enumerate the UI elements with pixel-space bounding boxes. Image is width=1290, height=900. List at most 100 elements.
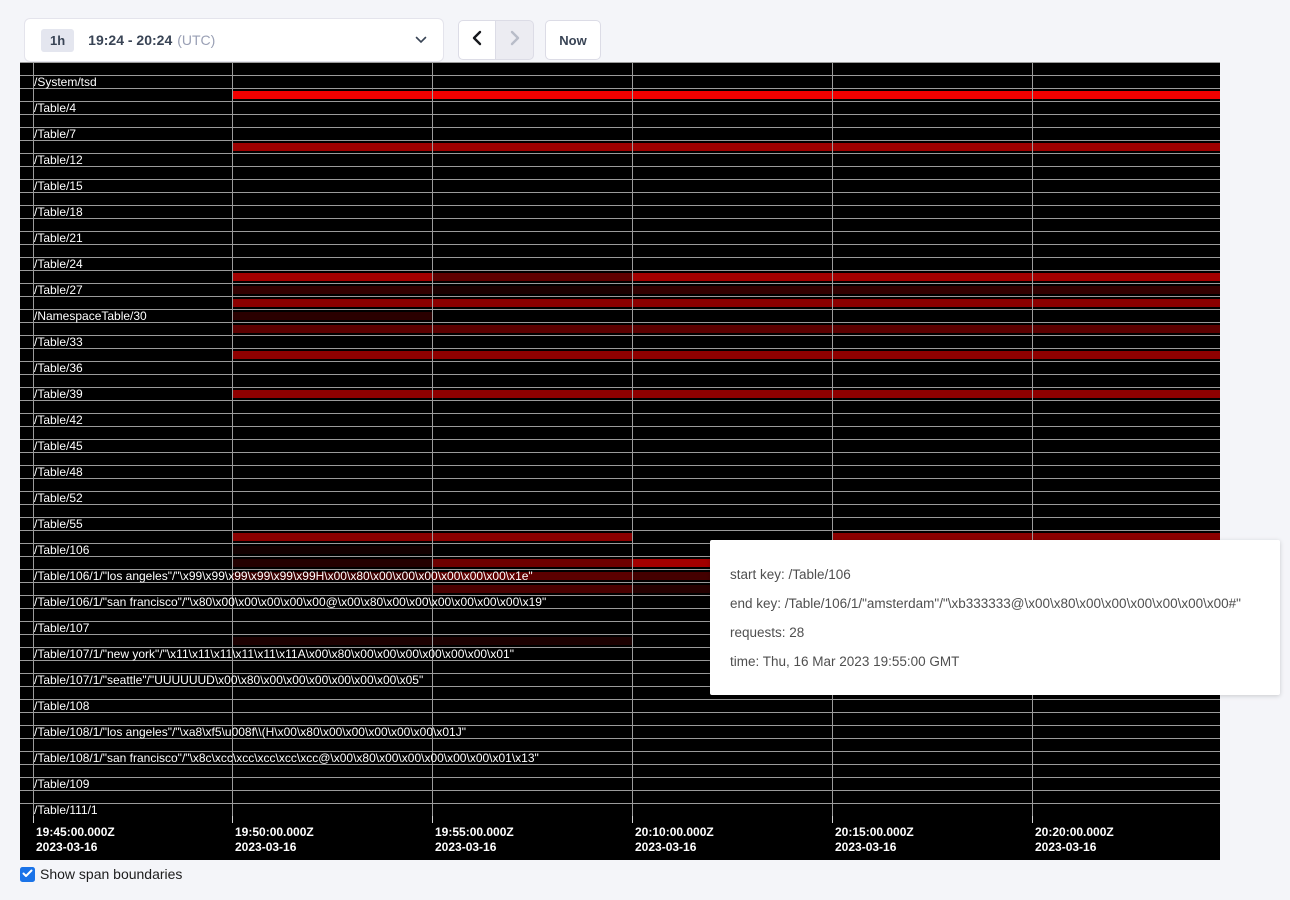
heatmap-cell[interactable] — [232, 767, 432, 775]
heatmap-cell[interactable] — [632, 351, 832, 359]
heatmap-cell[interactable] — [432, 585, 632, 593]
heatmap-cell[interactable] — [832, 273, 1032, 281]
heatmap-cell[interactable] — [20, 468, 232, 476]
heatmap-cell[interactable] — [432, 559, 632, 567]
heatmap-row[interactable] — [20, 153, 1220, 166]
next-time-button[interactable] — [496, 20, 534, 60]
heatmap-cell[interactable] — [232, 689, 432, 697]
heatmap-row[interactable] — [20, 244, 1220, 257]
heatmap-row[interactable] — [20, 218, 1220, 231]
heatmap-cell[interactable] — [432, 403, 632, 411]
heatmap-cell[interactable] — [20, 689, 232, 697]
heatmap-cell[interactable] — [20, 676, 232, 684]
heatmap-cell[interactable] — [432, 507, 632, 515]
heatmap-cell[interactable] — [232, 559, 432, 567]
heatmap-cell[interactable] — [232, 78, 432, 86]
heatmap-cell[interactable] — [1032, 455, 1220, 463]
heatmap-cell[interactable] — [432, 117, 632, 125]
heatmap-cell[interactable] — [432, 156, 632, 164]
heatmap-row[interactable] — [20, 699, 1220, 712]
heatmap-cell[interactable] — [432, 702, 632, 710]
heatmap-row[interactable] — [20, 413, 1220, 426]
heatmap-cell[interactable] — [832, 195, 1032, 203]
heatmap-cell[interactable] — [632, 806, 832, 814]
key-visualizer-canvas[interactable]: /System/tsd/Table/4/Table/7/Table/12/Tab… — [20, 62, 1220, 860]
heatmap-cell[interactable] — [632, 247, 832, 255]
heatmap-cell[interactable] — [1032, 338, 1220, 346]
heatmap-cell[interactable] — [432, 546, 632, 554]
heatmap-cell[interactable] — [232, 481, 432, 489]
heatmap-cell[interactable] — [832, 468, 1032, 476]
heatmap-row[interactable] — [20, 166, 1220, 179]
heatmap-cell[interactable] — [232, 351, 432, 359]
heatmap-cell[interactable] — [432, 351, 632, 359]
heatmap-cell[interactable] — [632, 754, 832, 762]
heatmap-row[interactable] — [20, 725, 1220, 738]
heatmap-cell[interactable] — [20, 533, 232, 541]
heatmap-cell[interactable] — [1032, 156, 1220, 164]
heatmap-cell[interactable] — [232, 143, 432, 151]
heatmap-cell[interactable] — [232, 494, 432, 502]
heatmap-cell[interactable] — [1032, 260, 1220, 268]
heatmap-cell[interactable] — [1032, 780, 1220, 788]
heatmap-cell[interactable] — [432, 520, 632, 528]
heatmap-cell[interactable] — [632, 91, 832, 99]
heatmap-cell[interactable] — [232, 273, 432, 281]
heatmap-cell[interactable] — [1032, 702, 1220, 710]
heatmap-cell[interactable] — [832, 455, 1032, 463]
heatmap-cell[interactable] — [1032, 143, 1220, 151]
heatmap-cell[interactable] — [832, 494, 1032, 502]
heatmap-cell[interactable] — [432, 663, 632, 671]
heatmap-row[interactable] — [20, 764, 1220, 777]
heatmap-cell[interactable] — [832, 741, 1032, 749]
heatmap-cell[interactable] — [632, 234, 832, 242]
heatmap-cell[interactable] — [432, 312, 632, 320]
heatmap-cell[interactable] — [20, 325, 232, 333]
heatmap-cell[interactable] — [232, 780, 432, 788]
heatmap-cell[interactable] — [832, 338, 1032, 346]
heatmap-cell[interactable] — [1032, 351, 1220, 359]
heatmap-row[interactable] — [20, 712, 1220, 725]
heatmap-cell[interactable] — [632, 260, 832, 268]
heatmap-cell[interactable] — [432, 793, 632, 801]
heatmap-cell[interactable] — [432, 364, 632, 372]
heatmap-cell[interactable] — [232, 156, 432, 164]
heatmap-row[interactable] — [20, 296, 1220, 309]
heatmap-cell[interactable] — [432, 689, 632, 697]
heatmap-cell[interactable] — [832, 260, 1032, 268]
heatmap-cell[interactable] — [832, 169, 1032, 177]
heatmap-cell[interactable] — [20, 234, 232, 242]
heatmap-cell[interactable] — [832, 416, 1032, 424]
heatmap-cell[interactable] — [832, 78, 1032, 86]
heatmap-cell[interactable] — [632, 130, 832, 138]
heatmap-row[interactable] — [20, 517, 1220, 530]
heatmap-row[interactable] — [20, 335, 1220, 348]
heatmap-cell[interactable] — [632, 273, 832, 281]
heatmap-cell[interactable] — [632, 117, 832, 125]
heatmap-cell[interactable] — [20, 351, 232, 359]
heatmap-cell[interactable] — [432, 676, 632, 684]
heatmap-cell[interactable] — [20, 507, 232, 515]
heatmap-row[interactable] — [20, 790, 1220, 803]
heatmap-cell[interactable] — [1032, 234, 1220, 242]
heatmap-cell[interactable] — [432, 598, 632, 606]
heatmap-row[interactable] — [20, 101, 1220, 114]
heatmap-cell[interactable] — [20, 65, 232, 73]
heatmap-cell[interactable] — [432, 247, 632, 255]
heatmap-cell[interactable] — [632, 312, 832, 320]
heatmap-cell[interactable] — [20, 338, 232, 346]
heatmap-cell[interactable] — [232, 208, 432, 216]
heatmap-cell[interactable] — [20, 546, 232, 554]
heatmap-cell[interactable] — [832, 312, 1032, 320]
heatmap-cell[interactable] — [20, 481, 232, 489]
heatmap-cell[interactable] — [832, 65, 1032, 73]
heatmap-cell[interactable] — [1032, 806, 1220, 814]
heatmap-cell[interactable] — [20, 169, 232, 177]
heatmap-cell[interactable] — [832, 299, 1032, 307]
heatmap-cell[interactable] — [1032, 208, 1220, 216]
heatmap-cell[interactable] — [232, 611, 432, 619]
heatmap-cell[interactable] — [1032, 715, 1220, 723]
heatmap-cell[interactable] — [232, 169, 432, 177]
heatmap-row[interactable] — [20, 114, 1220, 127]
heatmap-cell[interactable] — [632, 481, 832, 489]
